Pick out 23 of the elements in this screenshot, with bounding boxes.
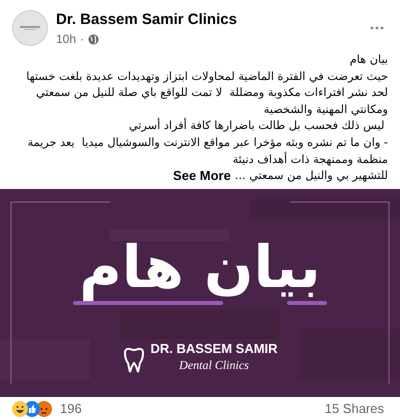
- thumbs-up-icon: [24, 400, 40, 416]
- post-text-line: بيان هام: [350, 52, 388, 68]
- shares-count[interactable]: 15 Shares: [324, 398, 384, 418]
- angry-face-icon: [36, 400, 52, 416]
- separator: ·: [80, 31, 84, 48]
- post-text-line: ليس ذلك فحسب بل طالت باضرارها كافة أفراد أسرتي: [128, 118, 386, 134]
- laughing-face-icon: [12, 400, 28, 416]
- post-text-line: - وان ما تم نشره وبثه مؤخرا عبر مواقع الانترنت والسوشيال ميديا يعد جريمة: [28, 134, 388, 151]
- post-text-line: منظمة وممنهجة ذات أهداف دنيئة: [232, 152, 388, 168]
- see-more-link[interactable]: See More: [173, 168, 231, 185]
- post-text-line: لحد نشر افتراءات مكذوبة ومضللة لا تمت للواقع باي صلة للنيل من سمعتي: [36, 85, 388, 102]
- more-options-icon[interactable]: [370, 26, 384, 30]
- logo-name: DR. BASSEM SAMIR: [150, 340, 278, 357]
- underline-bar: [287, 300, 327, 305]
- post-text-line: للتشهير بي والنيل من سمعتي ...: [234, 168, 388, 184]
- page-name[interactable]: Dr. Bassem Samir Clinics: [56, 10, 237, 30]
- page-avatar[interactable]: [12, 10, 48, 46]
- reaction-count[interactable]: 196: [60, 398, 82, 418]
- post-text-line: حيث تعرضت في الفترة الماضية لمحاولات ابتزاز وتهديدات عديدة بلغت خستها: [26, 68, 388, 85]
- logo-subtitle: Dental Clinics: [179, 356, 249, 373]
- tooth-logo-icon: [122, 346, 146, 373]
- post-text-line: ومكانتي المهنية والشخصية: [264, 102, 388, 118]
- post-time[interactable]: 10h: [56, 30, 76, 48]
